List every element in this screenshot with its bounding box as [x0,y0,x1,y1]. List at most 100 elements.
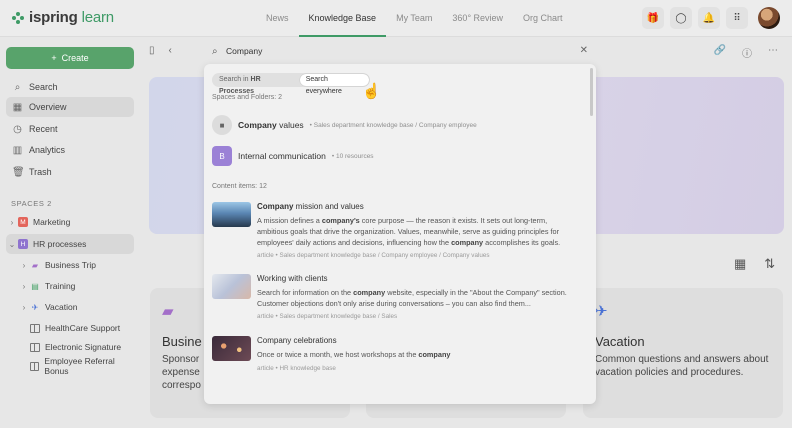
result-thumbnail [212,202,251,227]
more-icon[interactable]: ⋯ [768,45,778,60]
scope-option-everywhere[interactable]: Search everywhere [299,74,369,95]
clock-icon: ◷ [13,123,22,135]
tree-item-electronic-signature[interactable]: Electronic Signature [6,337,134,357]
space-card-vacation[interactable]: ✈ Vacation Common questions and answers … [583,288,783,418]
bell-icon[interactable]: 🔔 [698,7,720,29]
result-space-company-values[interactable]: ■ Company values • Sales department know… [212,115,477,135]
chevron-right-icon[interactable]: › [18,303,30,312]
sidebar-item-analytics[interactable]: ▥ Analytics [6,140,134,160]
trash-icon: 🗑 [12,166,25,178]
sidebar: + Create ⌕ Search ▦ Overview ◷ Recent ▥ … [0,37,141,428]
result-title: Company values [238,120,304,130]
tree-item-label: Vacation [45,302,78,312]
back-chevron-icon[interactable]: ‹ [169,45,172,56]
chevron-right-icon[interactable]: › [18,282,30,291]
result-title: Internal communication [238,151,326,161]
content-items-label: Content items: 12 [212,183,267,190]
info-icon[interactable]: ⓘ [742,45,752,60]
result-title: Working with clients [257,274,328,283]
scrollbar[interactable] [590,68,593,116]
result-title: Company mission and values [257,202,364,211]
create-button-label: Create [61,53,89,63]
search-scope-toggle: Search in HR Processes Search everywhere [212,73,370,95]
tree-item-employee-referral-bonus[interactable]: Employee Referral Bonus [6,356,134,376]
app-logo[interactable]: ispring learn [12,9,114,26]
scope-option-hr-processes[interactable]: Search in HR Processes [213,74,300,95]
result-snippet: A mission defines a company's core purpo… [257,216,561,247]
tree-item-healthcare-support[interactable]: HealthCare Support [6,318,134,338]
result-count: • 10 resources [331,152,374,160]
result-space-internal-communication[interactable]: B Internal communication • 10 resources [212,146,374,166]
space-marketing[interactable]: › M Marketing [6,212,134,232]
result-path: • Sales department knowledge base / Comp… [309,121,477,129]
search-icon: ⌕ [212,46,218,57]
briefcase-icon: ▰ [162,303,174,320]
result-thumbnail [212,274,251,299]
hand-cursor-icon: ☝ [362,83,381,100]
search-input[interactable]: Company [226,46,262,56]
nav-360-review[interactable]: 360° Review [442,0,513,37]
chevron-right-icon[interactable]: › [6,218,18,227]
user-avatar[interactable] [758,7,780,29]
spaces-label: SPACES 2 [11,199,52,208]
result-title: Company celebrations [257,336,337,345]
tree-item-label: Electronic Signature [45,342,122,352]
plus-icon: + [51,53,57,63]
top-bar: ispring learn News Knowledge Base My Tea… [0,0,792,37]
space-hr-processes[interactable]: ⌄ H HR processes [6,234,134,254]
grid-icon: ▦ [12,101,23,113]
gift-icon[interactable]: 🎁 [642,7,664,29]
sidebar-item-search[interactable]: ⌕ Search [6,77,134,97]
chat-icon[interactable]: ◯ [670,7,692,29]
book-icon [30,361,40,371]
sidebar-item-overview[interactable]: ▦ Overview [6,97,134,117]
chevron-down-icon[interactable]: ⌄ [6,240,18,249]
space-label: Marketing [33,217,71,227]
sidebar-item-trash[interactable]: 🗑 Trash [6,162,134,182]
book-icon [30,323,40,333]
card-description: Common questions and answers about vacat… [595,354,769,378]
chevron-right-icon[interactable]: › [18,261,30,270]
result-snippet: Once or twice a month, we host workshops… [257,350,451,359]
briefcase-icon: ▰ [31,260,39,270]
sidebar-item-recent[interactable]: ◷ Recent [6,119,134,139]
close-icon[interactable]: ✕ [580,45,588,56]
search-icon: ⌕ [14,81,21,93]
nav-org-chart[interactable]: Org Chart [513,0,573,37]
book-icon [30,342,40,352]
tree-item-label: HealthCare Support [45,323,121,333]
tree-item-label: Business Trip [45,260,97,270]
grid-view-icon[interactable]: ▦ [734,256,746,272]
result-path: article • HR knowledge base [257,365,336,372]
search-bar: ⌕ Company ✕ [204,41,596,63]
sort-icon[interactable]: ⇅ [764,256,775,272]
tree-item-vacation[interactable]: › ✈ Vacation [6,297,134,317]
tree-item-business-trip[interactable]: › ▰ Business Trip [6,255,134,275]
result-thumbnail [212,336,251,361]
main-toolbar-left: ▯ ‹ [149,45,172,56]
nav-knowledge-base[interactable]: Knowledge Base [298,0,387,37]
nav-my-team[interactable]: My Team [386,0,442,37]
tree-item-label: Training [45,281,76,291]
chart-icon: ▥ [12,144,23,156]
result-item-company-mission[interactable]: Company mission and values A mission def… [212,202,582,264]
space-hr-badge: H [18,239,28,249]
sidebar-toggle-icon[interactable]: ▯ [149,45,155,56]
sidebar-item-label: Trash [29,167,52,177]
create-button[interactable]: + Create [6,47,134,69]
nav-news[interactable]: News [256,0,299,37]
logo-text: ispring learn [29,9,114,26]
tree-item-label: Employee Referral Bonus [44,356,115,376]
top-icons: 🎁 ◯ 🔔 ⠿ [642,7,780,29]
logo-mark-icon [12,11,24,24]
sidebar-item-label: Analytics [29,145,66,155]
main-toolbar-right: 🔗 ⓘ ⋯ [714,45,778,60]
spaces-folders-label: Spaces and Folders: 2 [212,94,283,101]
link-icon[interactable]: 🔗 [714,45,726,60]
result-item-company-celebrations[interactable]: Company celebrations Once or twice a mon… [212,336,582,376]
sidebar-item-label: Recent [29,124,58,134]
tree-item-training[interactable]: › ▤ Training [6,276,134,296]
apps-grid-icon[interactable]: ⠿ [726,7,748,29]
result-item-working-with-clients[interactable]: Working with clients Search for informat… [212,274,582,326]
search-results-popup: Search in HR Processes Search everywhere… [204,64,596,404]
